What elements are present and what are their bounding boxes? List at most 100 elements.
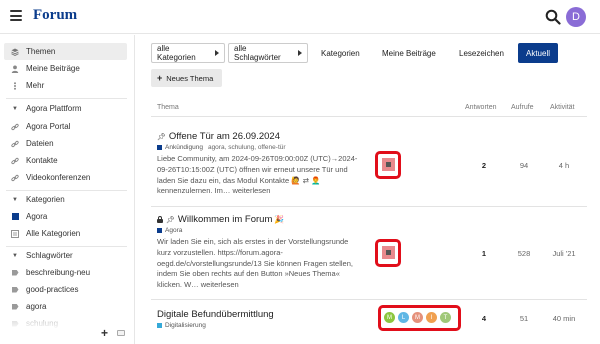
poster-avatar[interactable] [382,246,395,259]
section-header-schlagwoerter[interactable]: ▼ Schlagwörter [4,248,127,263]
nav-aktuell[interactable]: Aktuell [518,43,558,63]
sidebar-divider [6,98,127,99]
excerpt-line: indem Sie oben rechts auf den Button »Ne… [157,269,340,279]
table-header-divider [151,116,587,117]
sidebar-fade [0,321,134,344]
new-topic-label: Neues Thema [166,73,214,83]
link-icon [11,157,19,165]
sidebar-item-videokonferenzen[interactable]: Videokonferenzen [4,169,127,186]
nav-kategorien[interactable]: Kategorien [315,43,366,63]
top-header: Forum D [0,0,600,34]
sidebar-item-kontakte[interactable]: Kontakte [4,152,127,169]
topic-category[interactable]: Digitalisierung [165,322,206,329]
activity-time[interactable]: 4 h [549,161,579,170]
excerpt-line: oegd.de/c/vorstellungsrunde/13 Sie könne… [157,258,353,268]
participant-avatar[interactable]: M [384,312,395,323]
more-dots-icon [11,81,19,90]
excerpt-line: klicken. W… weiterlesen [157,280,239,290]
sidebar-item-label: Agora Portal [26,122,71,131]
views-count: 51 [519,314,529,323]
add-section-button[interactable]: + [101,326,108,340]
sidebar-item-label: Mehr [26,81,45,90]
sidebar-item-label: agora [26,302,47,311]
layers-icon [11,48,19,56]
activity-time[interactable]: 40 min [549,314,579,323]
section-header-kategorien[interactable]: ▼ Kategorien [4,192,127,207]
participant-avatar[interactable]: L [398,312,409,323]
tag-dropdown-label: alle Schlagwörter [234,44,281,62]
topic-title-text: Willkommen im Forum [177,214,273,225]
section-header-agora-plattform[interactable]: ▼ Agora Plattform [4,101,127,116]
section-header-label: Kategorien [26,195,65,204]
topic-meta: Agora [157,227,182,234]
topic-title-text: Offene Tür am 26.09.2024 [168,131,280,142]
new-topic-button[interactable]: + Neues Thema [151,69,222,87]
participant-avatar[interactable]: I [426,312,437,323]
sidebar-item-label: Themen [26,47,56,56]
nav-meine-beitraege[interactable]: Meine Beiträge [376,43,442,63]
sidebar: Themen Meine Beiträge Mehr ▼ Agora Platt… [0,35,135,344]
excerpt-line: kurz vorzustellen. https://forum.agora- [157,247,283,257]
sidebar-item-label: beschreibung-neu [26,268,91,277]
chevron-down-icon: ▼ [12,105,18,112]
category-dropdown[interactable]: alle Kategorien [151,43,225,63]
topic-excerpt[interactable]: Wir laden Sie ein, sich als erstes in de… [157,237,369,291]
sidebar-item-label: Videokonferenzen [26,173,91,182]
topic-tags[interactable]: agora, schulung, offene-tür [208,144,286,151]
lock-icon [157,216,163,223]
replies-count: 4 [481,314,487,323]
column-header-topic[interactable]: Thema [157,104,179,111]
keyboard-shortcuts-icon[interactable] [117,330,125,336]
sidebar-item-agora-category[interactable]: Agora [4,208,127,225]
pin-icon: 📌︎ [166,216,175,224]
tag-dropdown[interactable]: alle Schlagwörter [228,43,308,63]
topic-excerpt[interactable]: Liebe Community, am 2024-09-26T09:00:00Z… [157,154,369,197]
pin-icon: 📌︎ [157,133,166,141]
user-avatar[interactable]: D [566,7,586,27]
topic-title-link[interactable]: Digitale Befundübermittlung [157,309,274,320]
excerpt-line: 09-26T10:15:00Z (UTC) öffnen wir erneut … [157,164,348,174]
site-title[interactable]: Forum [33,7,77,24]
sidebar-item-tag-beschreibung-neu[interactable]: beschreibung-neu [4,264,127,281]
sidebar-item-meine-beitraege[interactable]: Meine Beiträge [4,60,127,77]
topic-category[interactable]: Ankündigung [165,144,203,151]
column-header-activity[interactable]: Aktivität [550,104,575,111]
sidebar-item-tag-agora[interactable]: agora [4,298,127,315]
sidebar-item-label: Alle Kategorien [26,229,81,238]
excerpt-line: Wir laden Sie ein, sich als erstes in de… [157,237,349,246]
chevron-down-icon: ▼ [12,196,18,203]
sidebar-item-label: Kontakte [26,156,58,165]
topic-category[interactable]: Agora [165,227,182,234]
poster-avatar[interactable] [382,158,395,171]
sidebar-item-alle-kategorien[interactable]: Alle Kategorien [4,225,127,242]
nav-lesezeichen[interactable]: Lesezeichen [453,43,510,63]
tag-icon [11,269,19,277]
category-square-icon [157,228,162,233]
plus-icon: + [157,73,163,83]
sidebar-item-tag-good-practices[interactable]: good-practices [4,281,127,298]
participant-avatar[interactable]: T [440,312,451,323]
activity-time[interactable]: Juli '21 [549,249,579,258]
link-icon [11,140,19,148]
views-count: 528 [517,249,531,258]
views-count: 94 [519,161,529,170]
category-square-icon [157,323,162,328]
topic-title-link[interactable]: 📌︎ Offene Tür am 26.09.2024 [157,131,280,142]
section-header-label: Agora Plattform [26,104,82,113]
sidebar-item-label: good-practices [26,285,79,294]
replies-count: 1 [481,249,487,258]
column-header-views[interactable]: Aufrufe [511,104,534,111]
sidebar-item-mehr[interactable]: Mehr [4,77,127,94]
section-header-label: Schlagwörter [26,251,73,260]
topic-title-link[interactable]: 📌︎ Willkommen im Forum 🎉 [157,214,284,225]
sidebar-item-dateien[interactable]: Dateien [4,135,127,152]
link-icon [11,123,19,131]
sidebar-item-label: Dateien [26,139,54,148]
search-icon[interactable] [545,9,561,25]
participant-avatar[interactable]: M [412,312,423,323]
sidebar-item-agora-portal[interactable]: Agora Portal [4,118,127,135]
column-header-replies[interactable]: Antworten [465,104,497,111]
menu-icon[interactable] [10,10,22,21]
excerpt-line: laden Sie dazu ein, das Modul Kontakte 🙋… [157,175,321,185]
sidebar-item-themen[interactable]: Themen [4,43,127,60]
